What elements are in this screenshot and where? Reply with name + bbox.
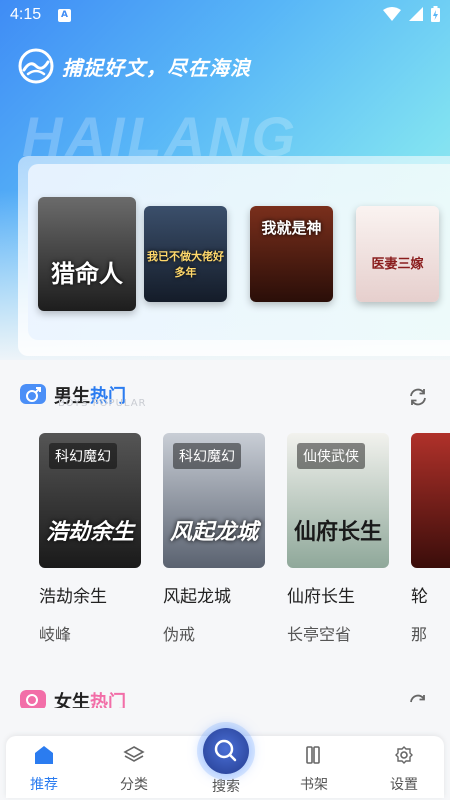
- refresh-icon[interactable]: [407, 386, 429, 408]
- cover-title: 仙府长生: [293, 520, 382, 545]
- genre-tag: 科幻魔幻: [49, 443, 117, 469]
- genre-tag: 科幻魔幻: [173, 443, 241, 469]
- book-cover: 科幻魔幻 风起龙城: [163, 433, 265, 568]
- book-author: 那: [411, 625, 428, 644]
- slogan: 捕捉好文，尽在海浪: [62, 55, 251, 80]
- book-cover: [411, 433, 450, 568]
- search-icon: [214, 739, 237, 762]
- wifi-icon: [383, 7, 401, 21]
- cover-title: 风起龙城: [169, 520, 258, 545]
- nav-item-category[interactable]: 分类: [104, 744, 164, 794]
- book-cover: 仙侠武侠 仙府长生: [287, 433, 389, 568]
- status-time: 4:15: [10, 6, 42, 23]
- banner-cover-title: 医妻三嫁: [371, 257, 424, 272]
- boys-section-subtitle: BOYS POPULAR: [58, 398, 147, 409]
- logo-icon: [18, 48, 54, 84]
- banner-cover-1[interactable]: 猎命人: [38, 197, 136, 311]
- notification-icon: A: [58, 9, 71, 22]
- bookshelf-icon: [306, 746, 320, 764]
- book-author: 岐峰: [39, 625, 72, 644]
- home-icon: [35, 746, 53, 764]
- banner-cover-3[interactable]: 我就是神: [250, 206, 333, 302]
- battery-icon: [431, 6, 440, 22]
- banner-cover-2[interactable]: 我已不做大佬好多年: [144, 206, 227, 302]
- nav-item-recommend[interactable]: 推荐: [14, 744, 74, 794]
- nav-label: 书架: [300, 777, 328, 793]
- book-card[interactable]: 科幻魔幻 风起龙城 风起龙城 伪戒: [163, 433, 265, 645]
- nav-label: 推荐: [30, 777, 58, 793]
- book-author: 伪戒: [163, 625, 196, 644]
- book-author: 长亭空省: [287, 625, 352, 644]
- layers-icon: [123, 746, 145, 762]
- nav-label-search: 搜索: [212, 779, 240, 795]
- signal-icon: [409, 7, 423, 21]
- nav-item-bookshelf[interactable]: 书架: [284, 744, 344, 794]
- book-title: 轮: [411, 587, 428, 607]
- book-cover: 科幻魔幻 浩劫余生: [39, 433, 141, 568]
- nav-label: 分类: [120, 777, 148, 793]
- book-card[interactable]: 轮 那: [411, 433, 450, 645]
- genre-tag: 仙侠武侠: [297, 443, 365, 469]
- book-title: 仙府长生: [287, 587, 355, 607]
- cover-title: 浩劫余生: [45, 520, 134, 545]
- nav-item-settings[interactable]: 设置: [374, 744, 434, 794]
- banner-cover-title: 猎命人: [51, 260, 123, 288]
- nav-label: 设置: [390, 777, 418, 793]
- status-bar: 4:15 A: [0, 0, 450, 32]
- banner-cover-title: 我就是神: [261, 219, 322, 237]
- book-title: 浩劫余生: [39, 587, 107, 607]
- banner-cover-title: 我已不做大佬好多年: [147, 250, 224, 279]
- search-button[interactable]: [203, 728, 249, 774]
- brand-header: 捕捉好文，尽在海浪: [18, 48, 251, 84]
- banner-cover-4[interactable]: 医妻三嫁: [356, 206, 439, 302]
- book-card[interactable]: 仙侠武侠 仙府长生 仙府长生 长亭空省: [287, 433, 389, 645]
- book-title: 风起龙城: [163, 587, 231, 607]
- gear-icon: [395, 746, 413, 764]
- book-card[interactable]: 科幻魔幻 浩劫余生 浩劫余生 岐峰: [39, 433, 141, 645]
- male-icon: [20, 384, 46, 404]
